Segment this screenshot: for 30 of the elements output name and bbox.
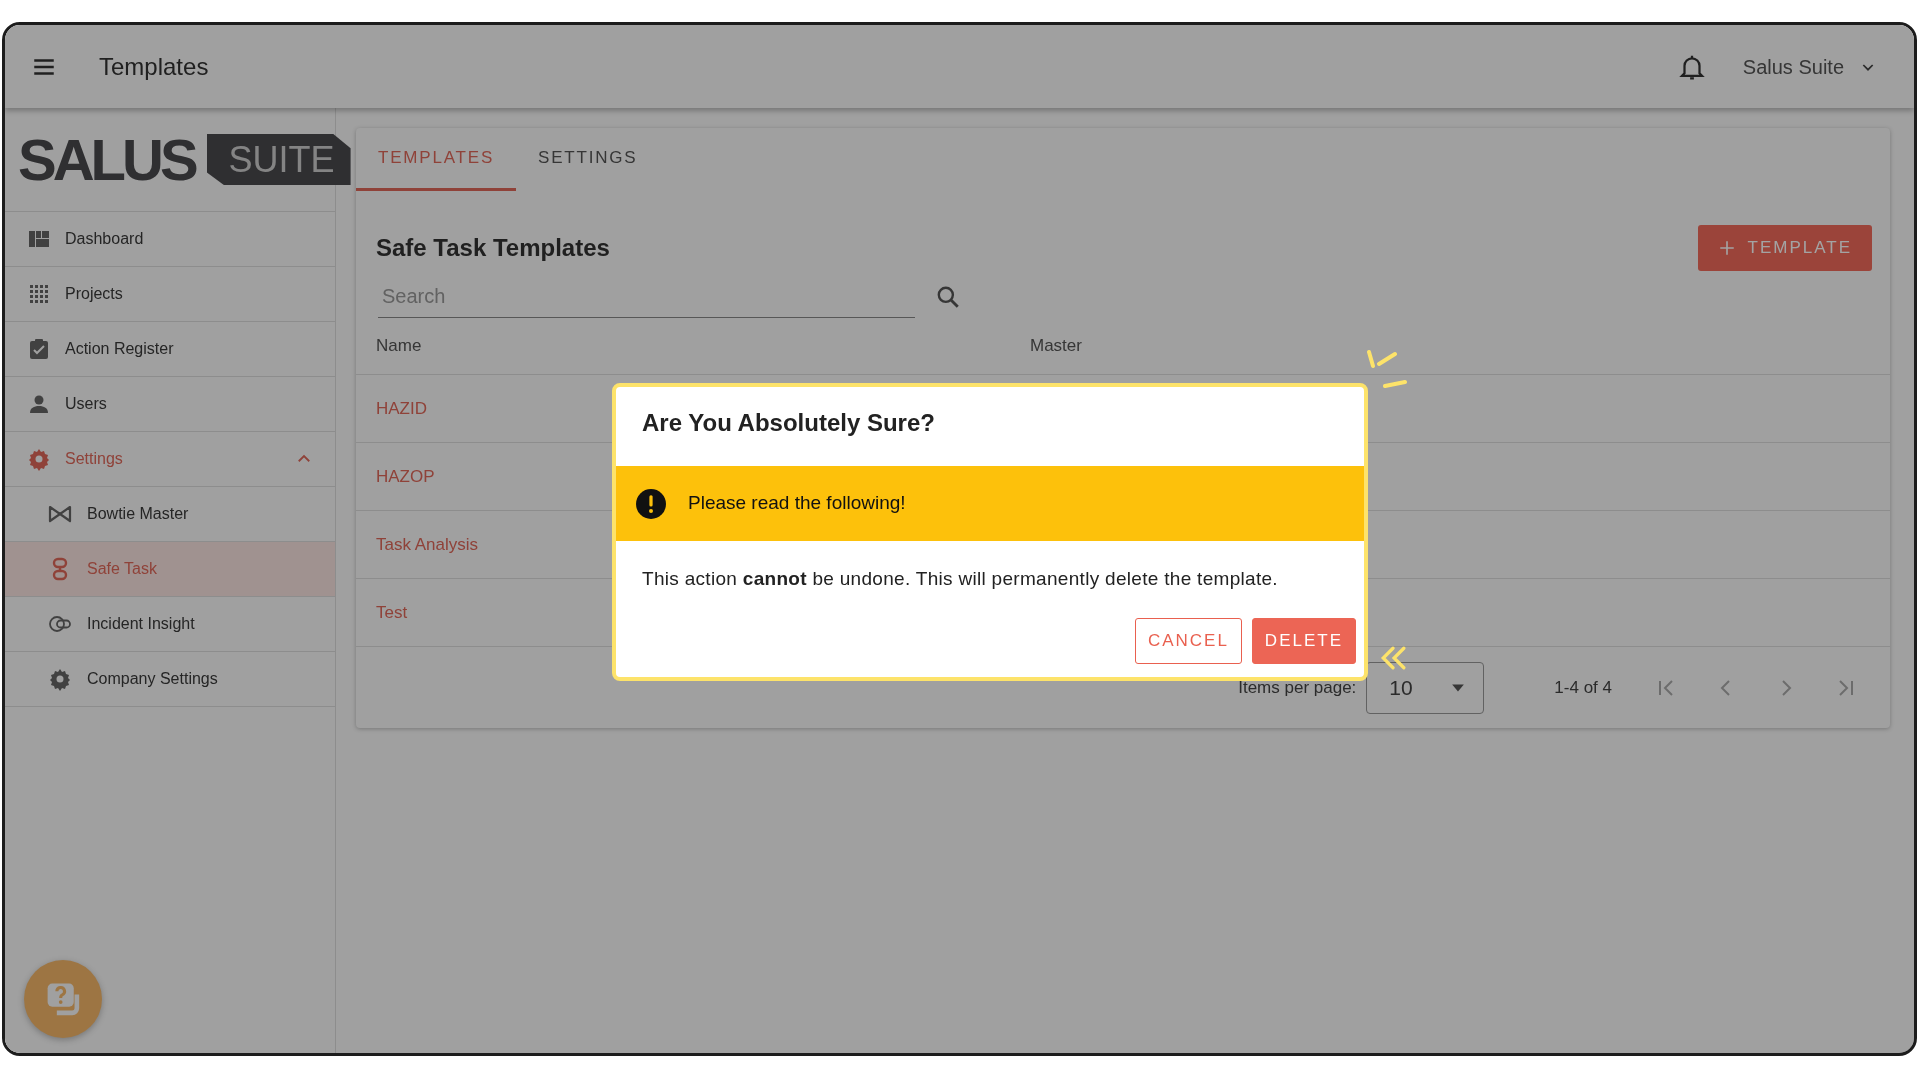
page-range: 1-4 of 4 [1554,676,1612,699]
caret-down-icon [1451,682,1466,693]
items-per-page-label: Items per page: [1238,676,1357,699]
user-menu[interactable]: Salus Suite [1730,45,1888,88]
section-heading: Safe Task Templates [376,233,610,263]
column-header: Master [1030,335,1082,358]
delete-button[interactable]: DELETE [1251,618,1356,664]
nav-item[interactable]: Users [5,377,335,432]
double-chevron-icon [1380,645,1406,671]
gear-icon [27,447,51,471]
dialog-title: Are You Absolutely Sure? [641,408,936,438]
dialog-message: This action cannot be undone. This will permanently delete the template. [641,567,1279,591]
warning-text: Please read the following! [688,491,906,516]
nav-item[interactable]: Dashboard [5,212,335,267]
nav-item[interactable]: Projects [5,267,335,322]
nav-item[interactable]: Settings [5,432,335,487]
logo-badge: SUITE [206,133,351,186]
cancel-button[interactable]: CANCEL [1134,618,1242,664]
clipboard-check-icon [27,337,51,361]
column-header: Name [376,335,423,358]
grid-icon [27,282,51,306]
logo-text: SALUS [18,130,195,189]
search-field[interactable]: Search [378,275,915,318]
exclamation-icon [636,488,666,519]
tab[interactable]: SETTINGS [516,128,660,191]
nav-item[interactable]: Company Settings [5,652,335,707]
nav-item[interactable]: Action Register [5,322,335,377]
plus-icon [1717,239,1736,257]
nav-item[interactable]: Incident Insight [5,597,335,652]
page-title: Templates [99,51,209,82]
